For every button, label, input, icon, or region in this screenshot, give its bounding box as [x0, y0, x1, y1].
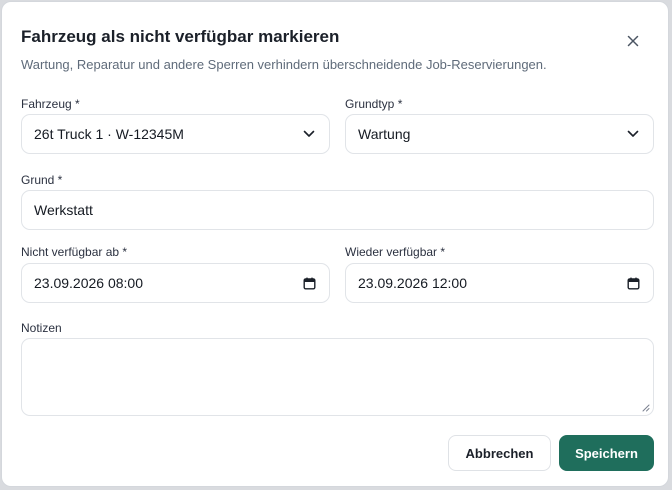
unavailable-from-label: Nicht verfügbar ab * — [21, 245, 128, 259]
unavailability-dialog: Fahrzeug als nicht verfügbar markieren W… — [1, 1, 669, 487]
close-button[interactable] — [622, 30, 644, 52]
vehicle-select[interactable]: 26t Truck 1 · W-12345M — [21, 114, 330, 154]
resize-handle-icon[interactable] — [641, 403, 650, 412]
close-icon — [627, 35, 639, 47]
reason-type-label: Grundtyp * — [345, 97, 403, 111]
unavailable-from-input[interactable]: 23.09.2026 08:00 — [21, 263, 330, 303]
chevron-down-icon — [301, 126, 317, 142]
reason-type-select-value: Wartung — [358, 126, 411, 142]
notes-textarea[interactable] — [21, 338, 654, 416]
calendar-icon[interactable] — [625, 275, 641, 291]
cancel-button[interactable]: Abbrechen — [448, 435, 551, 471]
vehicle-select-value: 26t Truck 1 · W-12345M — [34, 126, 184, 142]
reason-label: Grund * — [21, 173, 63, 187]
reason-input[interactable]: Werkstatt — [21, 190, 654, 230]
available-again-input[interactable]: 23.09.2026 12:00 — [345, 263, 654, 303]
available-again-label: Wieder verfügbar * — [345, 245, 446, 259]
vehicle-label: Fahrzeug * — [21, 97, 80, 111]
dialog-subtitle: Wartung, Reparatur und andere Sperren ve… — [21, 57, 547, 72]
reason-input-value: Werkstatt — [34, 202, 93, 218]
dialog-title: Fahrzeug als nicht verfügbar markieren — [21, 27, 340, 46]
calendar-icon[interactable] — [301, 275, 317, 291]
save-button[interactable]: Speichern — [559, 435, 654, 471]
reason-type-select[interactable]: Wartung — [345, 114, 654, 154]
unavailable-from-value: 23.09.2026 08:00 — [34, 275, 143, 291]
chevron-down-icon — [625, 126, 641, 142]
notes-label: Notizen — [21, 321, 62, 335]
available-again-value: 23.09.2026 12:00 — [358, 275, 467, 291]
